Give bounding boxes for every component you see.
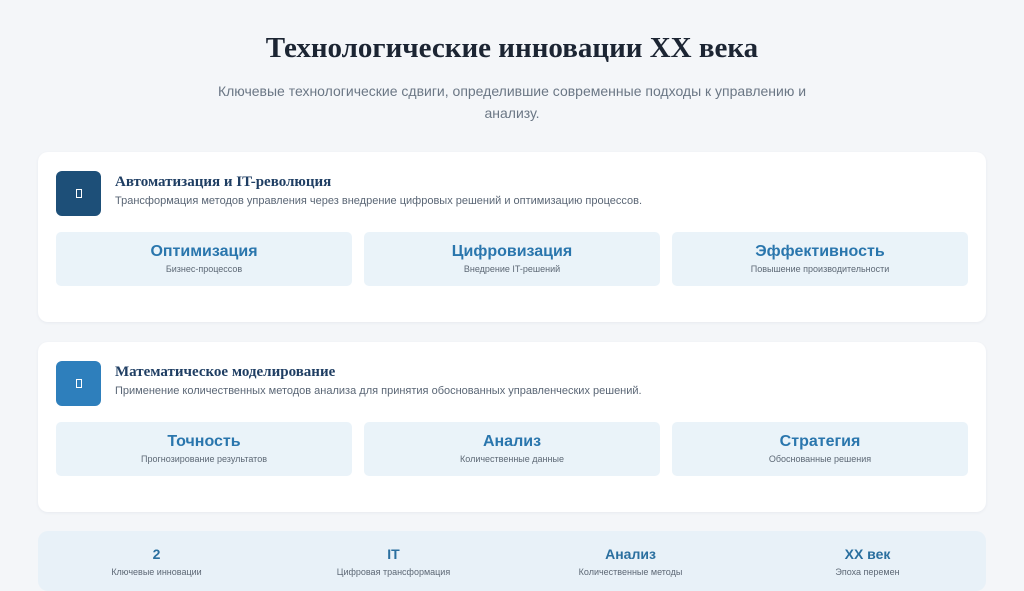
stat-item: Анализ Количественные методы bbox=[512, 546, 749, 577]
feature-tile: Точность Прогнозирование результатов bbox=[56, 422, 352, 476]
section-title: Математическое моделирование bbox=[115, 364, 336, 380]
feature-title: Стратегия bbox=[779, 433, 861, 450]
document-icon bbox=[56, 171, 101, 216]
feature-tile: Оптимизация Бизнес-процессов bbox=[56, 232, 352, 286]
stat-item: XX век Эпоха перемен bbox=[749, 546, 986, 577]
feature-tile: Стратегия Обоснованные решения bbox=[672, 422, 968, 476]
section-title: Автоматизация и IT-революция bbox=[115, 174, 332, 190]
stat-label: Цифровая трансформация bbox=[336, 567, 451, 577]
feature-title: Точность bbox=[167, 433, 241, 450]
feature-subtitle: Количественные данные bbox=[460, 454, 564, 464]
stats-strip: 2 Ключевые инновации IT Цифровая трансфо… bbox=[38, 531, 986, 591]
feature-subtitle: Повышение производительности bbox=[750, 264, 890, 274]
stat-value: XX век bbox=[844, 546, 891, 562]
feature-title: Цифровизация bbox=[451, 243, 573, 260]
stat-item: 2 Ключевые инновации bbox=[38, 546, 275, 577]
stat-label: Эпоха перемен bbox=[835, 567, 900, 577]
feature-subtitle: Бизнес-процессов bbox=[165, 264, 243, 274]
section-description: Применение количественных методов анализ… bbox=[115, 385, 642, 397]
feature-subtitle: Обоснованные решения bbox=[768, 454, 872, 464]
feature-tile: Анализ Количественные данные bbox=[364, 422, 660, 476]
feature-subtitle: Внедрение IT-решений bbox=[463, 264, 561, 274]
document-icon bbox=[56, 361, 101, 406]
feature-subtitle: Прогнозирование результатов bbox=[140, 454, 267, 464]
stat-label: Количественные методы bbox=[578, 567, 683, 577]
feature-tile: Цифровизация Внедрение IT-решений bbox=[364, 232, 660, 286]
section-description: Трансформация методов управления через в… bbox=[115, 195, 643, 207]
feature-tile: Эффективность Повышение производительнос… bbox=[672, 232, 968, 286]
page-title: Технологические инновации XX века bbox=[265, 32, 759, 64]
stat-value: 2 bbox=[152, 546, 161, 562]
feature-title: Анализ bbox=[482, 433, 542, 450]
stat-value: IT bbox=[387, 546, 400, 562]
section-card-automation: Автоматизация и IT-революция Трансформац… bbox=[38, 152, 986, 322]
feature-title: Эффективность bbox=[755, 243, 885, 260]
section-card-modeling: Математическое моделирование Применение … bbox=[38, 342, 986, 512]
stat-label: Ключевые инновации bbox=[111, 567, 202, 577]
page-subtitle: Ключевые технологические сдвиги, определ… bbox=[217, 83, 807, 121]
stat-item: IT Цифровая трансформация bbox=[275, 546, 512, 577]
feature-title: Оптимизация bbox=[150, 243, 258, 260]
stat-value: Анализ bbox=[605, 546, 656, 562]
